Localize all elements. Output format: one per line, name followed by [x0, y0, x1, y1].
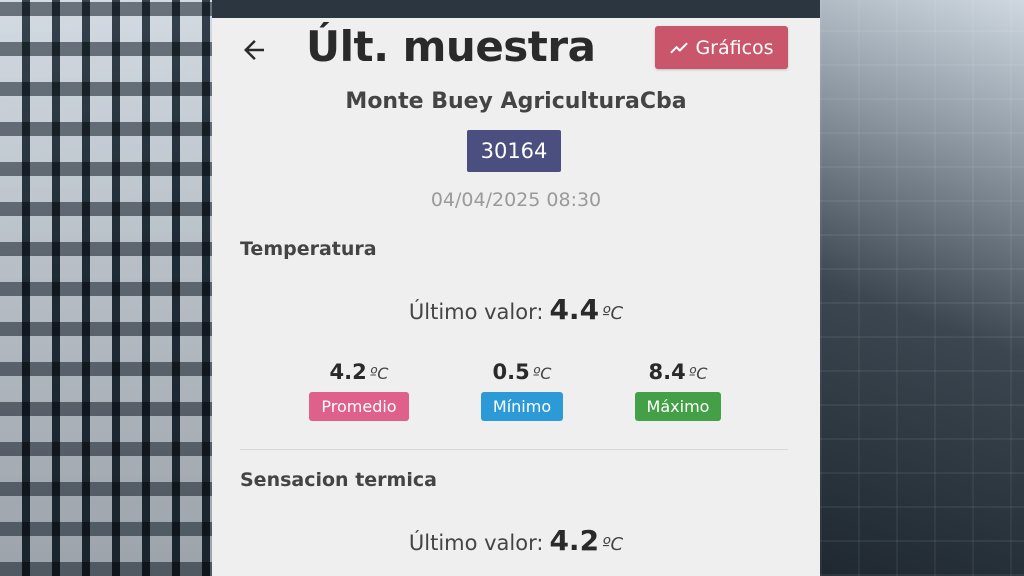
last-value-label: Último valor: — [408, 531, 544, 555]
unit-label: ºC — [532, 364, 552, 383]
unit-label: ºC — [602, 303, 624, 324]
promedio-badge: Promedio — [309, 392, 409, 421]
graficos-label: Gráficos — [695, 36, 774, 59]
station-id-badge: 30164 — [467, 130, 561, 172]
stat-maximo: 8.4 ºC Máximo — [608, 360, 748, 421]
stat-value: 0.5 — [492, 360, 530, 384]
section-title-sensacion: Sensacion termica — [240, 469, 437, 491]
last-value-number: 4.4 — [549, 293, 600, 326]
sensacion-last-value: Último valor: 4.2 ºC — [212, 524, 820, 557]
temperatura-last-value: Último valor: 4.4 ºC — [212, 293, 820, 326]
background-left — [0, 0, 212, 576]
trending-up-icon — [670, 42, 688, 53]
minimo-badge: Mínimo — [480, 392, 564, 421]
sample-timestamp: 04/04/2025 08:30 — [430, 189, 602, 211]
graficos-button[interactable]: Gráficos — [655, 26, 788, 69]
stat-promedio: 4.2 ºC Promedio — [289, 360, 429, 421]
app-card: Últ. muestra Gráficos Monte Buey Agricul… — [212, 18, 820, 576]
arrow-left-icon — [244, 40, 264, 60]
unit-label: ºC — [369, 364, 389, 383]
last-value-number: 4.2 — [549, 524, 600, 557]
background-right — [820, 0, 1024, 576]
page-title: Últ. muestra — [306, 22, 596, 71]
section-title-temperatura: Temperatura — [240, 238, 377, 260]
back-button[interactable] — [236, 32, 272, 68]
station-name: Monte Buey AgriculturaCba — [345, 89, 687, 114]
stat-value: 8.4 — [648, 360, 686, 384]
maximo-badge: Máximo — [634, 392, 722, 421]
stat-value: 4.2 — [329, 360, 367, 384]
section-divider — [240, 449, 788, 450]
last-value-label: Último valor: — [408, 300, 544, 324]
unit-label: ºC — [688, 364, 708, 383]
unit-label: ºC — [602, 534, 624, 555]
stat-minimo: 0.5 ºC Mínimo — [452, 360, 592, 421]
